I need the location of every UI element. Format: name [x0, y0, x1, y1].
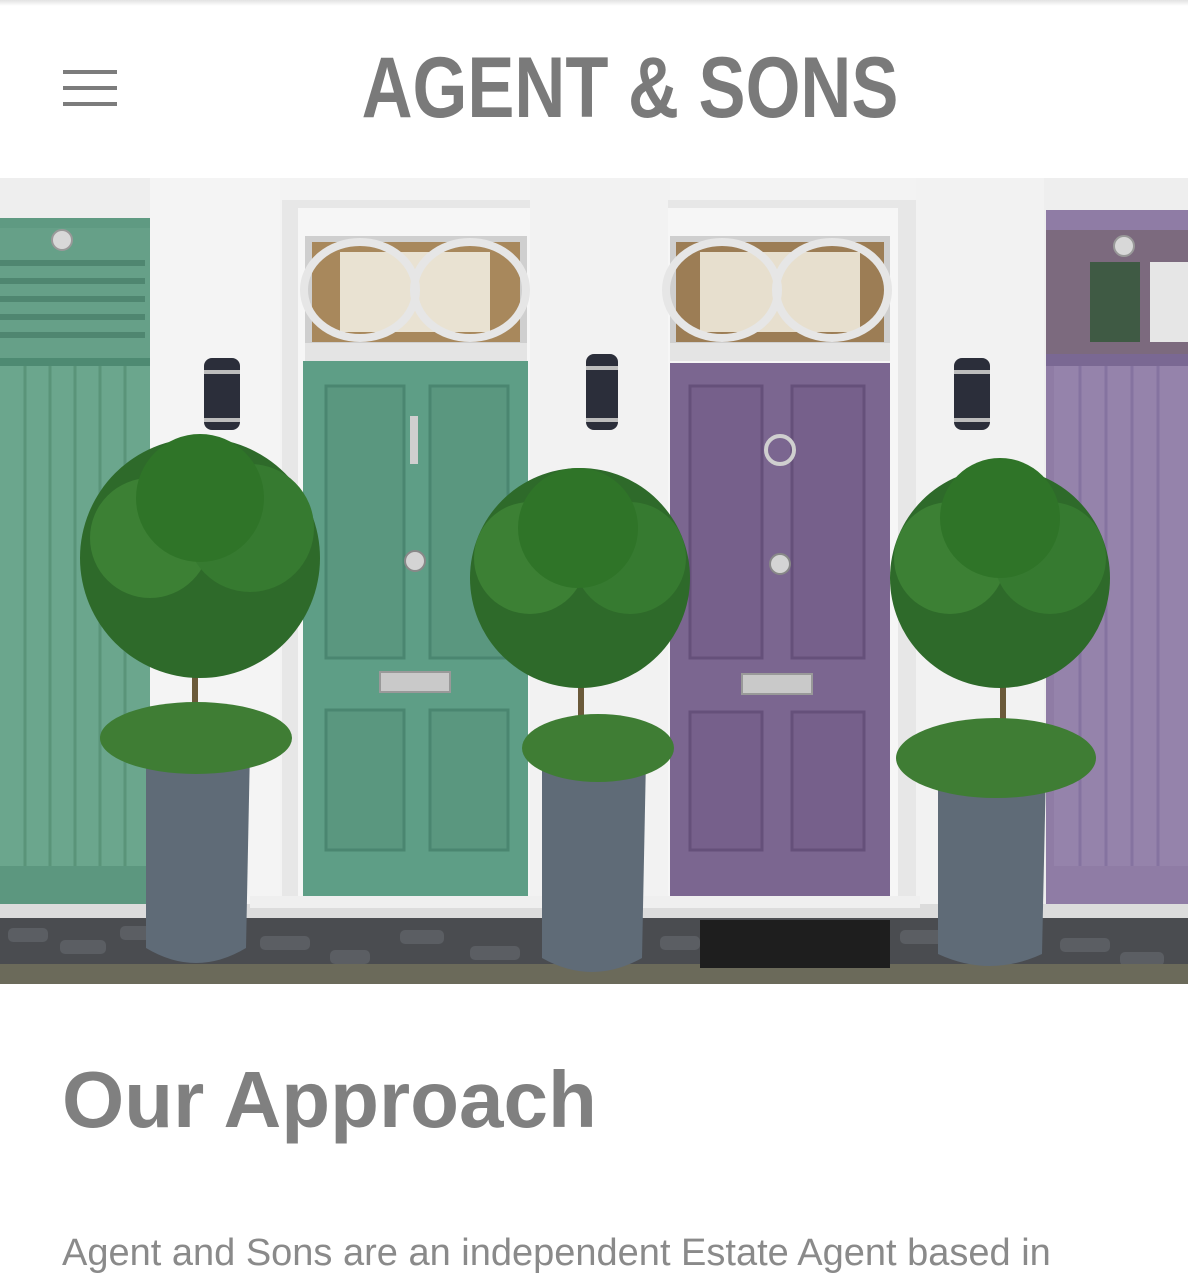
brand-logo[interactable]: AGENT & SONS	[362, 40, 899, 136]
doormat	[700, 920, 890, 968]
intro-paragraph: Agent and Sons are an independent Estate…	[62, 1232, 1051, 1274]
wall-lamp	[204, 358, 240, 430]
purple-front-door	[670, 363, 890, 903]
wall-lamp	[954, 358, 990, 430]
wall-lamp	[586, 354, 618, 430]
transom-window-left	[300, 236, 530, 361]
top-shadow	[0, 0, 1188, 6]
section-title: Our Approach	[62, 1055, 597, 1144]
transom-window-right	[662, 236, 892, 361]
hamburger-menu-icon[interactable]	[58, 64, 122, 112]
site-header: AGENT & SONS	[0, 0, 1188, 178]
approach-section: Our Approach Agent and Sons are an indep…	[0, 984, 1188, 1274]
hero-image	[0, 178, 1188, 984]
